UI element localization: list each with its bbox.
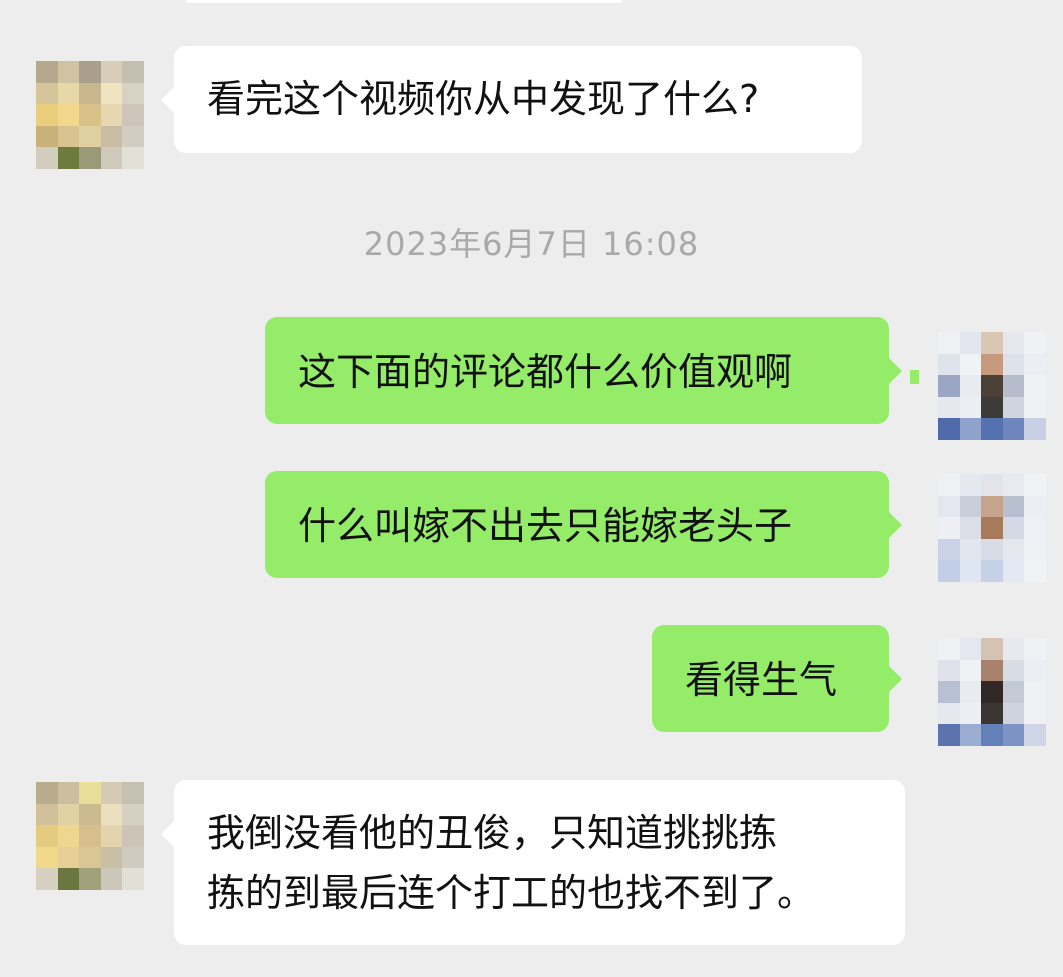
outgoing-message-bubble[interactable]: 这下面的评论都什么价值观啊 bbox=[265, 317, 902, 424]
contact-avatar[interactable] bbox=[36, 61, 144, 169]
message-text: 看完这个视频你从中发现了什么? bbox=[207, 77, 760, 121]
contact-avatar[interactable] bbox=[36, 782, 144, 890]
message-text: 什么叫嫁不出去只能嫁老头子 bbox=[298, 504, 793, 548]
message-text-line: 我倒没看他的丑俊，只知道挑挑拣 bbox=[207, 811, 778, 855]
message-text: 看得生气 bbox=[685, 658, 838, 702]
message-text: 这下面的评论都什么价值观啊 bbox=[298, 350, 793, 394]
bubble-tail-fragment bbox=[910, 370, 919, 384]
incoming-message-bubble[interactable]: 我倒没看他的丑俊，只知道挑挑拣 拣的到最后连个打工的也找不到了。 bbox=[161, 780, 905, 945]
message-text-line: 拣的到最后连个打工的也找不到了。 bbox=[207, 871, 816, 915]
outgoing-message-bubble[interactable]: 什么叫嫁不出去只能嫁老头子 bbox=[265, 471, 902, 578]
message-timestamp: 2023年6月7日 16:08 bbox=[363, 225, 700, 263]
my-avatar[interactable] bbox=[938, 638, 1046, 746]
previous-message-edge bbox=[186, 0, 622, 3]
incoming-message-bubble[interactable]: 看完这个视频你从中发现了什么? bbox=[161, 46, 862, 153]
my-avatar[interactable] bbox=[938, 332, 1046, 440]
my-avatar[interactable] bbox=[938, 474, 1046, 582]
outgoing-message-bubble[interactable]: 看得生气 bbox=[652, 625, 902, 732]
